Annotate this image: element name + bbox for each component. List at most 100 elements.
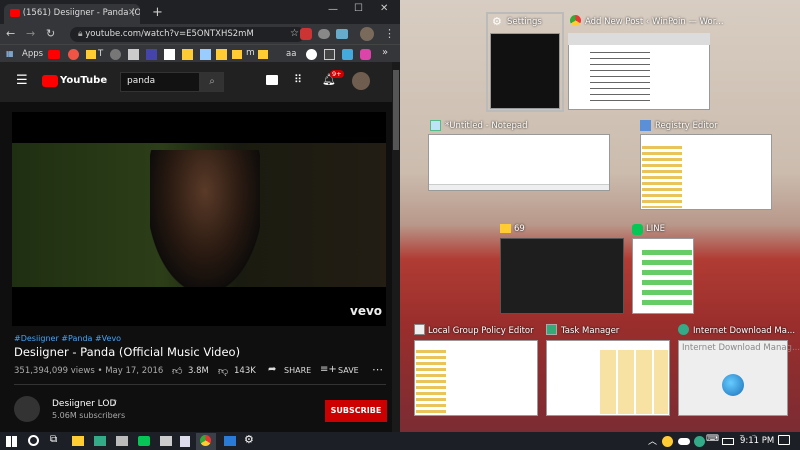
bookmark-icon[interactable]	[232, 50, 242, 59]
bookmark-icon[interactable]	[258, 50, 268, 59]
bookmark-icon[interactable]	[324, 49, 335, 60]
bookmark-icon[interactable]	[128, 49, 139, 60]
taskbar-app-icon[interactable]	[224, 436, 236, 446]
menu-icon[interactable]: ⋮	[384, 27, 395, 40]
back-button[interactable]: ←	[6, 27, 15, 40]
tray-app-icon[interactable]	[694, 436, 705, 447]
tray-keyboard-icon[interactable]: ⌨	[706, 434, 719, 444]
taskbar-folder-icon[interactable]	[72, 436, 84, 446]
video-artist-figure	[150, 150, 260, 287]
bookmark-icon[interactable]	[360, 49, 371, 60]
hashtags[interactable]: #Desiigner #Panda #Vevo	[14, 334, 121, 343]
search-input[interactable]: panda	[120, 72, 200, 92]
bookmark-icon[interactable]	[164, 49, 175, 60]
save-button[interactable]: SAVE	[338, 366, 359, 375]
notepad-icon	[430, 120, 441, 131]
window-thumb-settings[interactable]	[490, 33, 560, 109]
youtube-favicon-icon	[10, 8, 20, 17]
bookmarks-overflow[interactable]: »	[382, 47, 388, 58]
bookmark-icon[interactable]	[200, 49, 211, 60]
bookmark-icon[interactable]	[342, 49, 353, 60]
bookmark-youtube-icon[interactable]	[48, 50, 60, 59]
extension-icon[interactable]	[336, 29, 348, 39]
youtube-logo[interactable]	[42, 75, 58, 87]
thumb-gpo-tree	[416, 350, 446, 414]
channel-avatar[interactable]	[14, 396, 40, 422]
dislike-count: 143K	[234, 366, 256, 376]
taskbar-notepad-icon[interactable]	[180, 436, 190, 447]
extension-icon[interactable]	[300, 28, 312, 40]
bookmark-folder-icon[interactable]	[86, 50, 96, 59]
bookmark-icon[interactable]	[110, 49, 121, 60]
tray-chevron-up-icon[interactable]: ︿	[648, 434, 657, 447]
bookmark-star-icon[interactable]: ☆	[290, 28, 299, 39]
account-avatar[interactable]	[352, 72, 370, 90]
registry-icon	[640, 120, 651, 131]
bookmark-t[interactable]: T	[98, 49, 103, 59]
taskbar-settings-icon[interactable]: ⚙	[244, 433, 254, 446]
taskbar-app-icon[interactable]	[160, 436, 172, 446]
start-windows-icon[interactable]	[6, 436, 17, 447]
close-window-button[interactable]: ✕	[380, 3, 388, 14]
dislike-icon[interactable]: 👎︎	[218, 365, 228, 377]
tray-onedrive-icon[interactable]	[678, 438, 690, 445]
tab-close-icon[interactable]: ✕	[128, 8, 136, 18]
thumb-line-list	[642, 250, 692, 310]
apps-grid-icon[interactable]: ⠿	[294, 73, 302, 86]
action-center-icon[interactable]	[778, 435, 790, 445]
bookmark-aa[interactable]: aa	[286, 49, 296, 59]
subscriber-count: 5.06M subscribers	[52, 411, 126, 420]
share-button[interactable]: SHARE	[284, 366, 311, 375]
address-text: youtube.com/watch?v=E5ONTXHS2mM	[85, 29, 254, 39]
bookmark-m[interactable]: m	[246, 48, 255, 58]
window-thumb-explorer[interactable]	[500, 238, 624, 314]
bookmark-icon[interactable]	[68, 49, 79, 60]
window-title-notepad: *Untitled - Notepad	[445, 121, 528, 131]
thumb-notepad-status	[429, 184, 609, 190]
share-icon[interactable]: ➦	[268, 364, 276, 375]
profile-avatar[interactable]	[360, 27, 374, 41]
reload-button[interactable]: ↻	[46, 27, 55, 40]
thumb-taskmgr-columns	[600, 350, 668, 414]
apps-grid-icon[interactable]: ▦	[6, 49, 14, 58]
scrollbar-thumb[interactable]	[393, 70, 399, 150]
bookmark-icon[interactable]	[306, 49, 317, 60]
hamburger-menu-icon[interactable]: ☰	[16, 73, 28, 88]
clock-time-display[interactable]: 9:11 PM	[738, 436, 777, 446]
bookmark-apps[interactable]: Apps	[22, 49, 43, 59]
tray-battery-icon[interactable]	[722, 438, 734, 445]
like-icon[interactable]: 👍︎	[172, 365, 182, 377]
forward-button[interactable]: →	[26, 27, 35, 40]
new-tab-button[interactable]: +	[152, 5, 163, 20]
taskbar-app-icon[interactable]	[116, 436, 128, 446]
more-actions-icon[interactable]: ⋯	[372, 363, 383, 376]
bookmark-icon[interactable]	[216, 49, 227, 60]
window-title-explorer: 69	[514, 224, 525, 234]
channel-name[interactable]: Desiigner LOD	[52, 399, 116, 409]
task-view-icon[interactable]: ⧉	[50, 434, 57, 445]
tray-app-icon[interactable]	[662, 436, 673, 447]
maximize-button[interactable]: ☐	[354, 3, 363, 14]
minimize-button[interactable]: —	[328, 4, 338, 15]
cortana-search-icon[interactable]	[28, 435, 39, 446]
vevo-watermark: vevo	[350, 304, 383, 318]
views-date: 351,394,099 views • May 17, 2016	[14, 366, 164, 376]
address-bar[interactable]: 🔒︎ youtube.com/watch?v=E5ONTXHS2mM	[70, 27, 305, 42]
browser-tab[interactable]: (1561) Desiigner - Panda (Ofi	[4, 4, 140, 24]
window-thumb-notepad[interactable]	[428, 134, 610, 191]
subscribe-button[interactable]: SUBSCRIBE	[325, 400, 387, 422]
window-title-chrome: Add New Post ‹ WinPoin — Wor...	[585, 17, 724, 27]
notifications-badge: 9+	[330, 70, 344, 78]
idm-icon	[678, 324, 689, 335]
search-icon[interactable]: ⌕	[200, 72, 224, 92]
bookmark-icon[interactable]	[146, 49, 157, 60]
save-icon[interactable]: ≡+	[320, 364, 337, 375]
bookmark-icon[interactable]	[182, 49, 193, 60]
line-icon	[632, 224, 643, 235]
taskbar-app-icon[interactable]	[94, 436, 106, 446]
upload-video-icon[interactable]	[266, 75, 278, 85]
window-title-task-manager: Task Manager	[561, 326, 620, 336]
like-count: 3.8M	[188, 366, 209, 376]
taskbar-line-icon[interactable]	[138, 436, 150, 446]
extension-icon[interactable]	[318, 29, 330, 39]
